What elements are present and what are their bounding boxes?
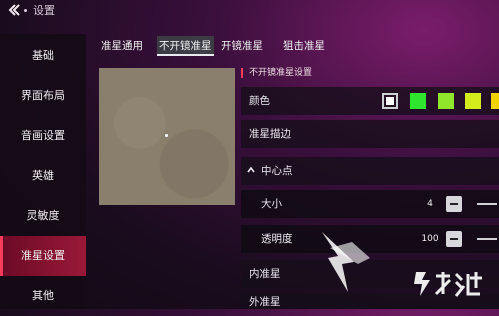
chevron-up-icon (247, 166, 255, 173)
opacity-label: 透明度 (261, 233, 293, 245)
tab-no-scope[interactable]: 不开镜准星 (157, 36, 214, 56)
size-label: 大小 (261, 198, 282, 210)
center-dot-label: 中心点 (261, 165, 293, 177)
outline-label: 准星描边 (249, 128, 291, 140)
color-swatch-white[interactable] (382, 93, 398, 109)
size-decrease-button[interactable] (446, 196, 462, 212)
page-title: 设置 (33, 4, 55, 17)
color-swatch-yellow[interactable] (491, 93, 499, 109)
outline-row[interactable]: 准星描边 (241, 120, 499, 148)
top-bar: 设置 (0, 0, 499, 22)
sidebar-item-crosshair[interactable]: 准星设置 (0, 236, 86, 276)
section-title-text: 不开镜准星设置 (249, 68, 313, 78)
tab-general[interactable]: 准星通用 (101, 36, 143, 56)
color-swatch-yellow-green[interactable] (465, 93, 481, 109)
section-title: 不开镜准星设置 (241, 66, 499, 80)
sidebar-item-audio-video[interactable]: 音画设置 (0, 116, 86, 156)
color-swatch-green[interactable] (410, 93, 426, 109)
size-slider[interactable] (477, 203, 497, 205)
watermark-logo-icon (322, 232, 370, 292)
sidebar-item-sensitivity[interactable]: 灵敏度 (0, 196, 86, 236)
sidebar-item-hero[interactable]: 英雄 (0, 156, 86, 196)
sidebar-item-other[interactable]: 其他 (0, 276, 86, 316)
color-label: 颜色 (249, 95, 270, 107)
outer-crosshair-label: 外准星 (249, 296, 281, 308)
size-row: 大小 4 (241, 190, 499, 218)
watermark-brand-icon (414, 272, 482, 297)
sidebar-item-layout[interactable]: 界面布局 (0, 76, 86, 116)
opacity-decrease-button[interactable] (446, 231, 462, 247)
inner-crosshair-label: 内准星 (249, 268, 281, 280)
crosshair-preview (99, 68, 235, 205)
sidebar: 基础 界面布局 音画设置 英雄 灵敏度 准星设置 其他 (0, 34, 86, 309)
color-swatch-lime[interactable] (438, 93, 454, 109)
center-dot-row[interactable]: 中心点 (241, 157, 499, 185)
opacity-value: 100 (421, 234, 439, 244)
color-row: 颜色 (241, 87, 499, 115)
separator-dot-icon (24, 9, 27, 12)
section-accent-bar (241, 68, 243, 78)
tab-sniper[interactable]: 狙击准星 (283, 36, 325, 56)
opacity-slider[interactable] (477, 238, 497, 240)
tab-scope[interactable]: 开镜准星 (221, 36, 263, 56)
crosshair-dot-icon (165, 134, 168, 137)
sidebar-item-basic[interactable]: 基础 (0, 36, 86, 76)
size-value: 4 (427, 199, 433, 209)
